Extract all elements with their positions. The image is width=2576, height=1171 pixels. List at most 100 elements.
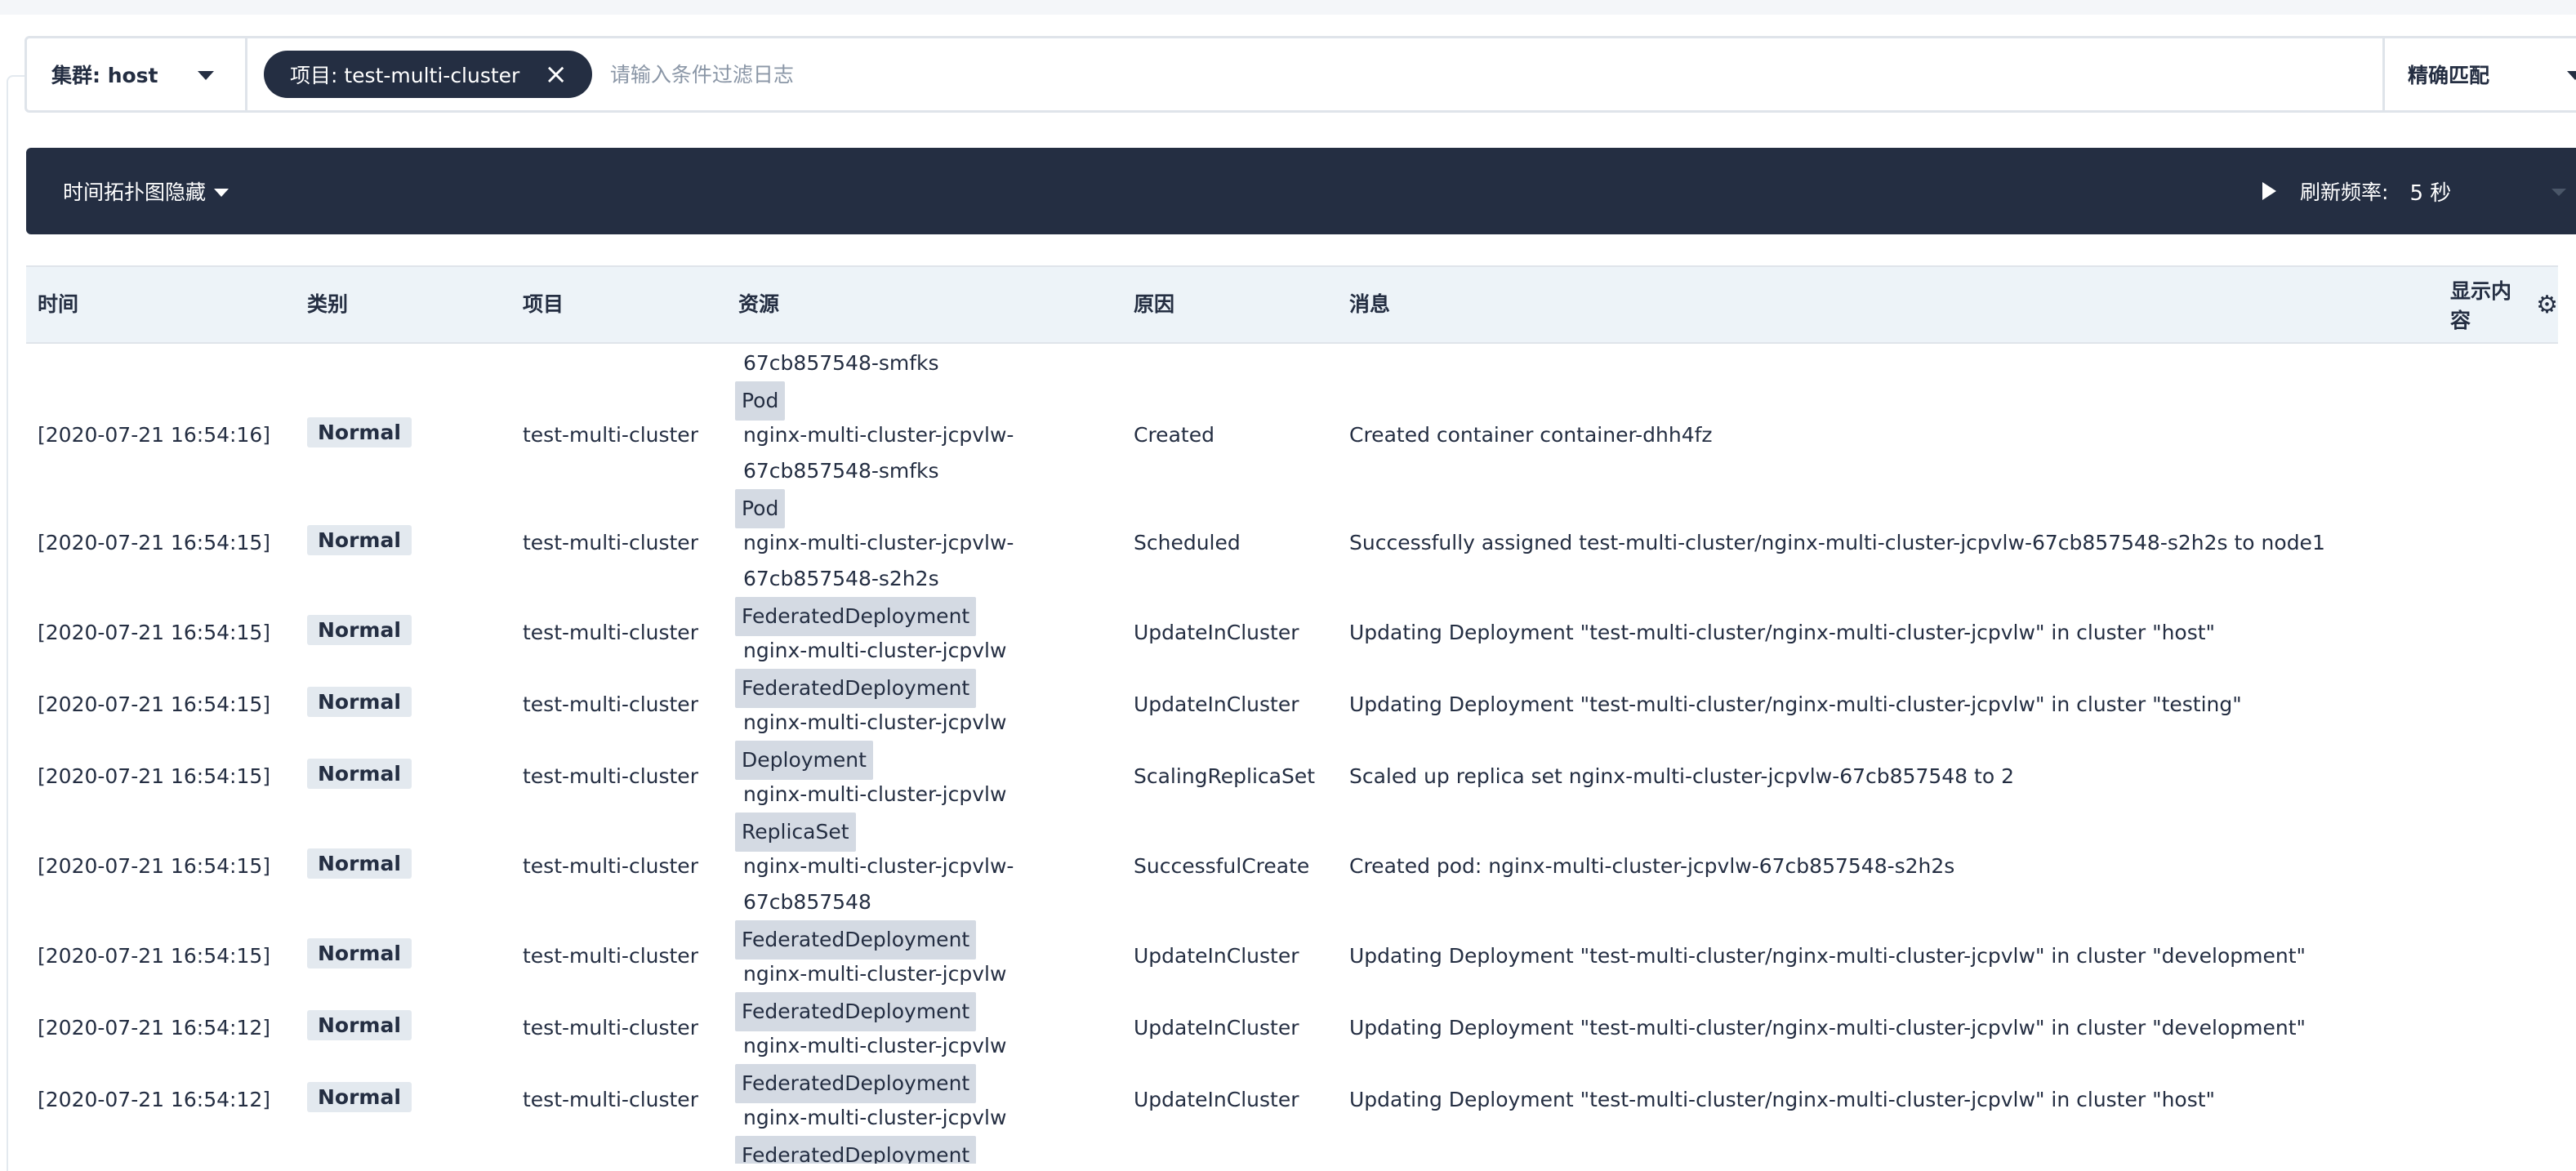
resource-kind: Pod [735, 489, 786, 528]
header-time[interactable]: 时间 [38, 267, 78, 342]
resource-name[interactable]: nginx-multi-cluster-jcpvlw [735, 782, 1006, 806]
resource-kind: Deployment [735, 741, 873, 780]
resource-name[interactable]: 67cb857548-s2h2s [735, 567, 939, 590]
reason-cell: ScalingReplicaSet [1134, 764, 1316, 788]
resource-kind: Pod [735, 381, 786, 421]
topology-toggle[interactable]: 时间拓扑图隐藏 [63, 148, 230, 234]
project-cell: test-multi-cluster [523, 621, 698, 644]
time-cell: [2020-07-21 16:54:15] [38, 692, 271, 716]
project-filter-tag: 项目: test-multi-cluster × [264, 51, 592, 98]
resource-kind: FederatedDeployment [735, 920, 977, 960]
time-cell: [2020-07-21 16:54:15] [38, 944, 271, 968]
resource-kind: FederatedDeployment [735, 1136, 977, 1164]
time-cell: [2020-07-21 16:54:12] [38, 1088, 271, 1111]
resource-cell: FederatedDeployment [735, 1136, 977, 1164]
resource-cell: FederatedDeployment nginx-multi-cluster-… [735, 597, 1006, 669]
gear-icon[interactable]: ⚙ [2536, 291, 2558, 319]
type-badge: Normal [307, 525, 412, 555]
reason-cell: UpdateInCluster [1134, 1088, 1299, 1111]
reason-cell: Created [1134, 423, 1214, 447]
cluster-select[interactable]: 集群: host [27, 38, 247, 110]
project-cell: test-multi-cluster [523, 1088, 698, 1111]
type-badge: Normal [307, 938, 412, 968]
message-cell: Successfully assigned test-multi-cluster… [1349, 531, 2325, 554]
message-cell: Created container container-dhh4fz [1349, 423, 1713, 447]
toolbar: 时间拓扑图隐藏 刷新频率: 5 秒 [26, 148, 2576, 234]
resource-name[interactable]: nginx-multi-cluster-jcpvlw- [735, 423, 1014, 447]
resource-cell: FederatedDeployment nginx-multi-cluster-… [735, 920, 1006, 992]
resource-name[interactable]: nginx-multi-cluster-jcpvlw- [735, 531, 1014, 554]
message-cell: Updating Deployment "test-multi-cluster/… [1349, 621, 2216, 644]
resource-cell: FederatedDeployment nginx-multi-cluster-… [735, 992, 1006, 1064]
chevron-down-icon [198, 71, 214, 80]
message-cell: Created pod: nginx-multi-cluster-jcpvlw-… [1349, 854, 1955, 878]
resource-name[interactable]: 67cb857548-smfks [735, 459, 939, 483]
refresh-label: 刷新频率: [2300, 180, 2389, 204]
resource-name[interactable]: nginx-multi-cluster-jcpvlw [735, 710, 1006, 734]
time-cell: [2020-07-21 16:54:16] [38, 423, 271, 447]
message-cell: Scaled up replica set nginx-multi-cluste… [1349, 764, 2014, 788]
header-message[interactable]: 消息 [1349, 267, 1390, 342]
project-cell: test-multi-cluster [523, 1016, 698, 1040]
resource-kind: FederatedDeployment [735, 597, 977, 636]
resource-name[interactable]: nginx-multi-cluster-jcpvlw [735, 962, 1006, 986]
type-badge: Normal [307, 848, 412, 879]
resource-cell: Pod nginx-multi-cluster-jcpvlw- 67cb8575… [735, 381, 1014, 489]
type-badge: Normal [307, 615, 412, 645]
resource-cell: Deployment nginx-multi-cluster-jcpvlw [735, 741, 1006, 813]
project-cell: test-multi-cluster [523, 531, 698, 554]
reason-cell: UpdateInCluster [1134, 621, 1299, 644]
header-reason[interactable]: 原因 [1134, 267, 1174, 342]
message-cell: Updating Deployment "test-multi-cluster/… [1349, 944, 2306, 968]
resource-name[interactable]: nginx-multi-cluster-jcpvlw [735, 639, 1006, 662]
time-cell: [2020-07-21 16:54:15] [38, 621, 271, 644]
project-cell: test-multi-cluster [523, 692, 698, 716]
message-cell: Updating Deployment "test-multi-cluster/… [1349, 1016, 2306, 1040]
type-badge: Normal [307, 417, 412, 447]
type-badge: Normal [307, 1010, 412, 1040]
chevron-down-icon [2567, 71, 2576, 80]
match-mode-label: 精确匹配 [2408, 64, 2490, 87]
time-cell: [2020-07-21 16:54:15] [38, 531, 271, 554]
project-cell: test-multi-cluster [523, 423, 698, 447]
log-filter-input[interactable] [591, 38, 2382, 111]
close-icon[interactable]: × [544, 60, 568, 88]
type-badge: Normal [307, 759, 412, 789]
resource-kind: FederatedDeployment [735, 992, 977, 1031]
header-resource[interactable]: 资源 [738, 267, 779, 342]
caret-down-icon [214, 189, 230, 197]
time-cell: [2020-07-21 16:54:12] [38, 1016, 271, 1040]
chevron-down-icon[interactable] [2551, 189, 2566, 196]
resource-name[interactable]: 67cb857548 [735, 890, 871, 914]
type-badge: Normal [307, 1082, 412, 1112]
resource-name[interactable]: nginx-multi-cluster-jcpvlw [735, 1034, 1006, 1057]
project-cell: test-multi-cluster [523, 944, 698, 968]
resource-name[interactable]: nginx-multi-cluster-jcpvlw [735, 1106, 1006, 1129]
time-cell: [2020-07-21 16:54:15] [38, 854, 271, 878]
resource-kind: ReplicaSet [735, 813, 856, 852]
match-mode-select[interactable]: 精确匹配 [2382, 38, 2576, 110]
refresh-frequency[interactable]: 刷新频率: 5 秒 [2300, 148, 2451, 234]
time-cell: [2020-07-21 16:54:15] [38, 764, 271, 788]
resource-name[interactable]: 67cb857548-smfks [735, 351, 939, 375]
message-cell: Updating Deployment "test-multi-cluster/… [1349, 692, 2242, 716]
resource-kind: FederatedDeployment [735, 669, 977, 708]
table-header: 时间 类别 项目 资源 原因 消息 显示内容 ⚙ [26, 265, 2558, 344]
resource-kind: FederatedDeployment [735, 1064, 977, 1103]
type-badge: Normal [307, 687, 412, 717]
resource-name[interactable]: nginx-multi-cluster-jcpvlw- [735, 854, 1014, 878]
header-type[interactable]: 类别 [307, 267, 348, 342]
display-content-button[interactable]: 显示内容 ⚙ [2450, 267, 2558, 342]
header-project[interactable]: 项目 [523, 267, 564, 342]
reason-cell: UpdateInCluster [1134, 1016, 1299, 1040]
filter-bar: 集群: host 项目: test-multi-cluster × 精确匹配 [25, 36, 2576, 113]
display-content-label: 显示内容 [2450, 279, 2512, 332]
play-icon[interactable] [2262, 182, 2276, 200]
message-cell: Updating Deployment "test-multi-cluster/… [1349, 1088, 2216, 1111]
project-cell: test-multi-cluster [523, 854, 698, 878]
project-filter-tag-label: 项目: test-multi-cluster [290, 64, 520, 87]
topology-toggle-label: 时间拓扑图隐藏 [63, 180, 207, 204]
resource-cell: Pod nginx-multi-cluster-jcpvlw- 67cb8575… [735, 489, 1014, 597]
events-table: 时间 类别 项目 资源 原因 消息 显示内容 ⚙ 67cb857548-smfk… [26, 265, 2576, 1164]
resource-cell: FederatedDeployment nginx-multi-cluster-… [735, 669, 1006, 741]
